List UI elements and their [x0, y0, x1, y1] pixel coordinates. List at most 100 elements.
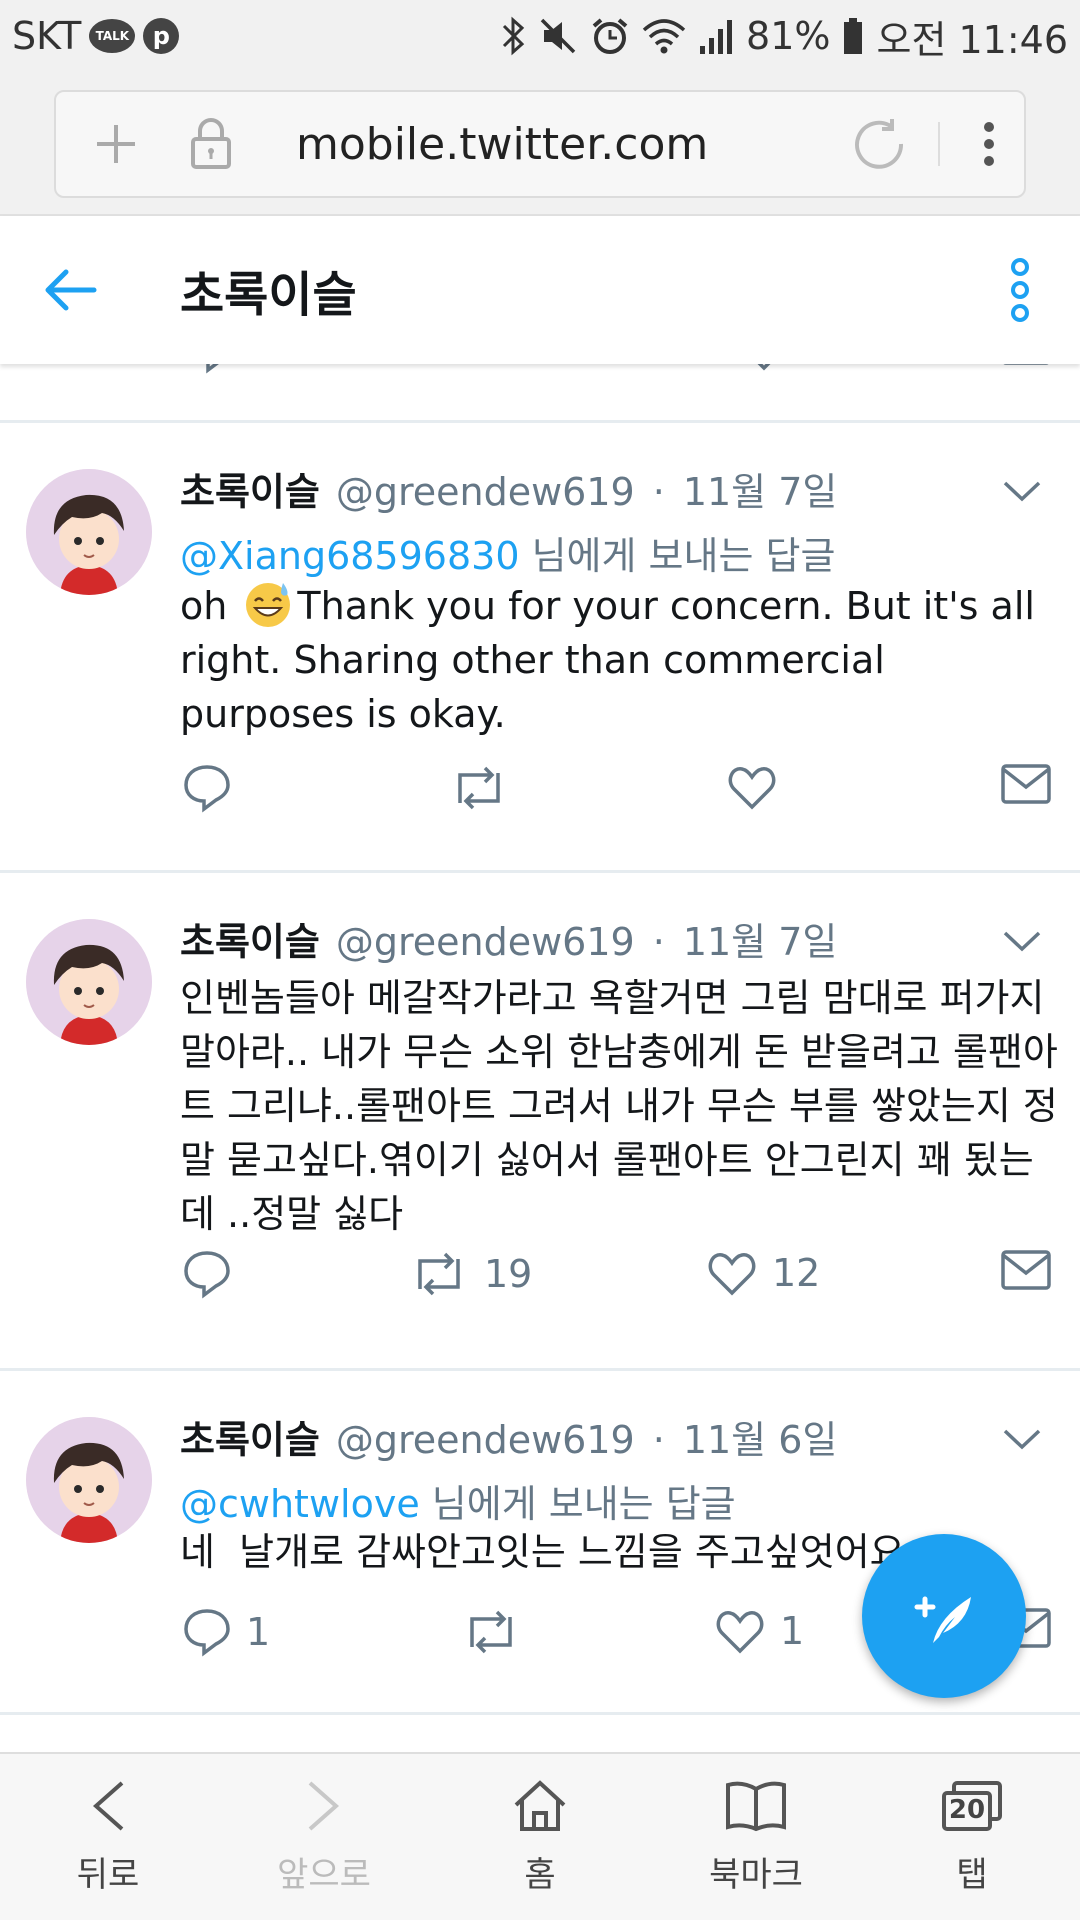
like-count: 12 — [772, 1251, 821, 1295]
envelope-icon — [1001, 764, 1051, 804]
reply-icon — [184, 765, 230, 813]
author-handle[interactable]: @greendew619 — [336, 470, 635, 514]
address-bar[interactable]: mobile.twitter.com — [54, 90, 1026, 198]
previous-tweet-actions — [0, 364, 1080, 384]
battery-percent: 81% — [746, 14, 831, 58]
compose-feather-icon — [914, 1596, 971, 1643]
retweet-icon — [418, 1252, 460, 1296]
battery-icon — [842, 16, 864, 56]
author-name[interactable]: 초록이슬 — [180, 461, 320, 516]
reply-context-label: 님에게 보내는 답글 — [519, 534, 836, 578]
bluetooth-icon — [500, 16, 526, 56]
reload-icon[interactable] — [834, 117, 924, 171]
like-button[interactable]: 12 — [706, 1249, 820, 1297]
browser-bottom-nav: 뒤로 앞으로 홈 북마크 20 탭 — [0, 1752, 1080, 1920]
author-handle[interactable]: @greendew619 — [336, 1418, 635, 1462]
like-button[interactable] — [726, 763, 792, 811]
new-tab-plus-icon[interactable] — [56, 121, 176, 167]
chevron-right-icon — [308, 1781, 340, 1830]
reply-button[interactable]: 1 — [182, 1607, 270, 1657]
nav-forward[interactable]: 앞으로 — [216, 1754, 432, 1920]
lock-icon[interactable] — [176, 117, 246, 171]
status-left: SKT TALK p — [12, 14, 180, 58]
tweet-header: 초록이슬 @greendew619 · 11월 6일 — [180, 1409, 837, 1464]
reply-icon — [184, 1609, 230, 1657]
nav-forward-label: 앞으로 — [277, 1854, 371, 1895]
chevron-down-icon[interactable] — [992, 921, 1052, 961]
retweet-button[interactable]: 19 — [408, 1249, 532, 1299]
retweet-count: 19 — [484, 1252, 533, 1296]
retweet-icon — [470, 1610, 512, 1654]
signal-icon — [698, 16, 734, 56]
browser-menu-icon[interactable] — [954, 121, 1024, 167]
retweet-icon[interactable] — [468, 364, 526, 378]
tweet-date[interactable]: 11월 6일 — [683, 1409, 838, 1464]
reply-context-label: 님에게 보내는 답글 — [419, 1482, 736, 1526]
nav-bookmarks-label: 북마크 — [709, 1854, 803, 1895]
grinning-sweat-emoji-icon — [243, 579, 293, 629]
chevron-down-icon[interactable] — [992, 1419, 1052, 1459]
mention-link[interactable]: @Xiang68596830 — [180, 534, 520, 578]
tweet-actions — [0, 763, 1080, 823]
retweet-icon — [458, 766, 500, 810]
nav-back[interactable]: 뒤로 — [0, 1754, 216, 1920]
nav-tabs[interactable]: 20 탭 — [864, 1754, 1080, 1920]
tweet-divider — [0, 1712, 1080, 1715]
author-handle[interactable]: @greendew619 — [336, 920, 635, 964]
mention-link[interactable]: @cwhtwlove — [180, 1482, 420, 1526]
reply-button[interactable] — [182, 763, 246, 813]
tweet-header: 초록이슬 @greendew619 · 11월 7일 — [180, 461, 837, 516]
chevron-down-icon[interactable] — [992, 471, 1052, 511]
kakaotalk-icon: TALK — [89, 19, 136, 53]
address-divider — [938, 122, 940, 166]
author-name[interactable]: 초록이슬 — [180, 911, 320, 966]
status-bar: SKT TALK p 81% 오전 11:46 — [0, 0, 1080, 72]
more-options-icon[interactable] — [960, 216, 1080, 364]
reply-icon[interactable] — [186, 364, 236, 378]
tweet-header: 초록이슬 @greendew619 · 11월 7일 — [180, 911, 837, 966]
mute-icon — [538, 16, 578, 56]
tweet-text: oh Thank you for your concern. But it's … — [180, 579, 1060, 741]
tweet-item[interactable]: 초록이슬 @greendew619 · 11월 7일 인벤놈들아 메갈작가라고 … — [0, 873, 1080, 1367]
nav-home[interactable]: 홈 — [432, 1754, 648, 1920]
chevron-left-icon — [92, 1781, 124, 1830]
url-text[interactable]: mobile.twitter.com — [296, 119, 834, 170]
retweet-button[interactable] — [448, 763, 524, 813]
direct-message-button[interactable] — [1000, 1249, 1052, 1291]
pinterest-icon: p — [143, 18, 180, 54]
nav-home-label: 홈 — [524, 1854, 556, 1895]
reply-context: @Xiang68596830 님에게 보내는 답글 — [180, 525, 835, 580]
home-icon — [514, 1779, 566, 1831]
status-right: 81% 오전 11:46 — [500, 9, 1068, 64]
like-count: 1 — [780, 1609, 805, 1653]
like-button[interactable]: 1 — [714, 1607, 804, 1655]
avatar[interactable] — [26, 1417, 152, 1543]
back-arrow-icon[interactable] — [0, 216, 140, 364]
compose-tweet-button[interactable] — [862, 1534, 1026, 1698]
tweet-actions: 19 12 — [0, 1249, 1080, 1309]
tweet-text-part: oh — [180, 584, 240, 628]
reply-icon — [184, 1251, 230, 1299]
tweet-date[interactable]: 11월 7일 — [683, 911, 838, 966]
profile-header: 초록이슬 — [0, 216, 1080, 364]
reply-count: 1 — [246, 1610, 271, 1654]
tabs-icon: 20 — [940, 1779, 1004, 1833]
avatar[interactable] — [26, 919, 152, 1045]
nav-back-label: 뒤로 — [76, 1854, 140, 1895]
page-title: 초록이슬 — [180, 267, 357, 323]
separator-dot: · — [652, 1418, 665, 1462]
direct-message-icon[interactable] — [1000, 364, 1052, 370]
wifi-icon — [642, 16, 686, 56]
nav-bookmarks[interactable]: 북마크 — [648, 1754, 864, 1920]
retweet-button[interactable] — [460, 1607, 536, 1657]
avatar[interactable] — [26, 469, 152, 595]
direct-message-button[interactable] — [1000, 763, 1052, 805]
separator-dot: · — [652, 920, 665, 964]
reply-button[interactable] — [182, 1249, 246, 1299]
author-name[interactable]: 초록이슬 — [180, 1409, 320, 1464]
tweet-date[interactable]: 11월 7일 — [683, 461, 838, 516]
nav-tabs-label: 탭 — [956, 1854, 988, 1895]
tweet-text: 인벤놈들아 메갈작가라고 욕할거면 그림 맘대로 퍼가지말아라.. 내가 무슨 … — [180, 976, 1058, 1236]
like-icon[interactable] — [738, 364, 790, 378]
clock: 오전 11:46 — [876, 17, 1068, 62]
